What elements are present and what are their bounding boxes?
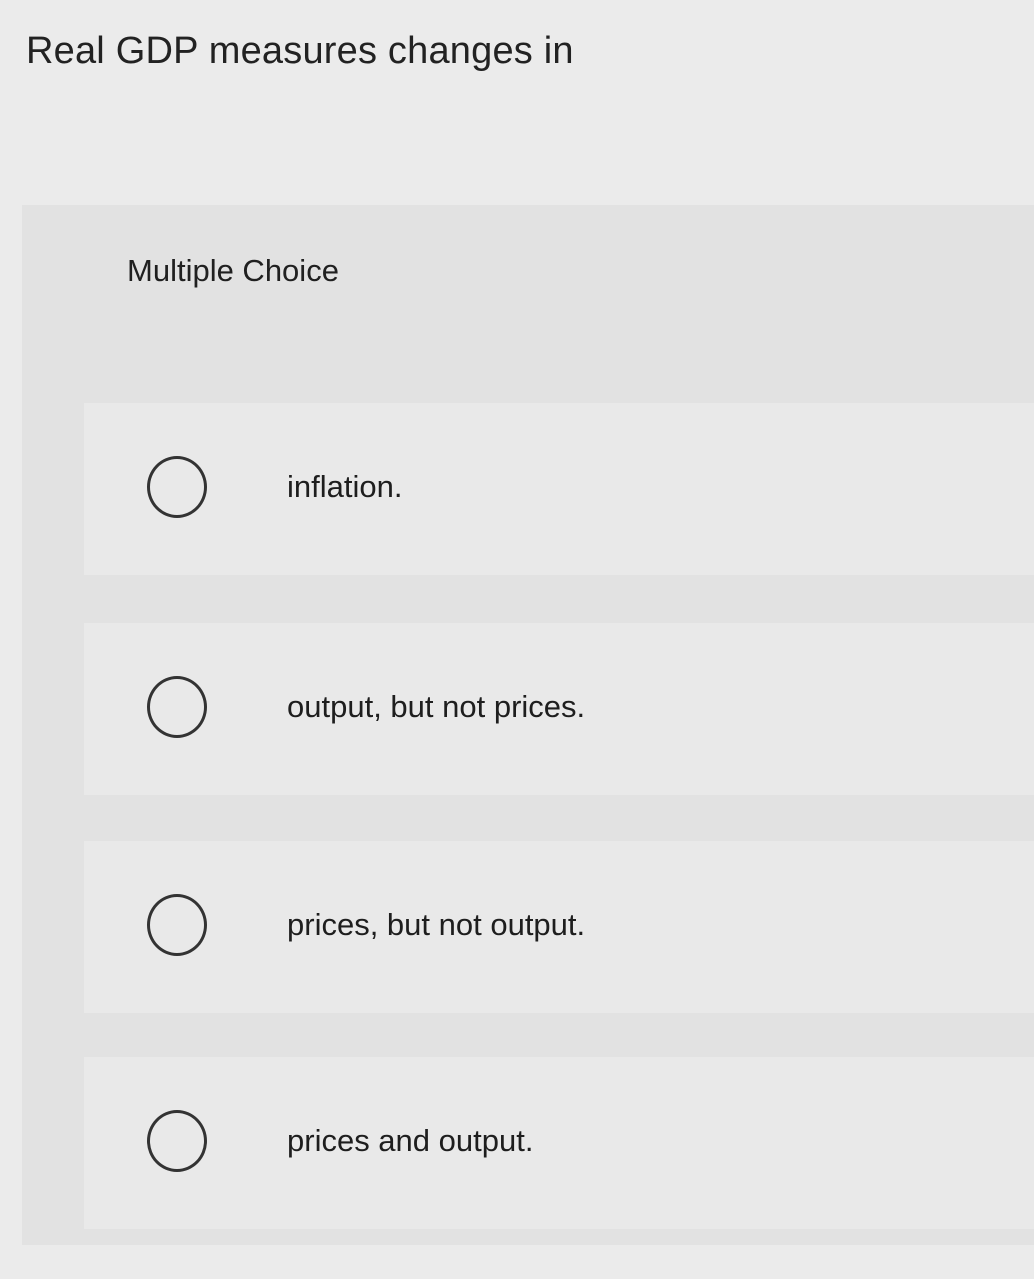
answer-option-output-not-prices[interactable]: output, but not prices.	[84, 623, 1034, 795]
answer-option-prices-and-output[interactable]: prices and output.	[84, 1057, 1034, 1229]
question-text: Real GDP measures changes in	[26, 30, 574, 72]
radio-button-icon[interactable]	[147, 1110, 207, 1172]
radio-button-icon[interactable]	[147, 894, 207, 956]
answer-option-prices-not-output[interactable]: prices, but not output.	[84, 841, 1034, 1013]
radio-button-icon[interactable]	[147, 456, 207, 518]
answer-option-label: inflation.	[287, 469, 403, 504]
multiple-choice-label: Multiple Choice	[127, 253, 339, 288]
answer-option-label: output, but not prices.	[287, 689, 586, 724]
multiple-choice-panel: Multiple Choice inflation. output, but n…	[22, 205, 1034, 1245]
answer-option-label: prices, but not output.	[287, 907, 586, 942]
answer-option-label: prices and output.	[287, 1123, 534, 1158]
radio-button-icon[interactable]	[147, 676, 207, 738]
answer-option-inflation[interactable]: inflation.	[84, 403, 1034, 575]
